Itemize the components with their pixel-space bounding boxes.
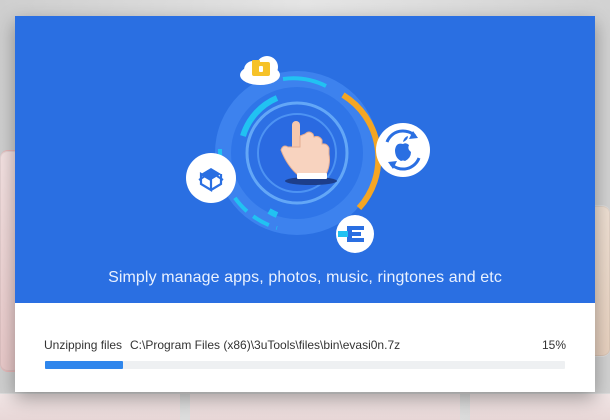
- progress-status-label: Unzipping files: [44, 338, 123, 352]
- progress-bar-fill: [45, 361, 123, 369]
- unzip-progress-dialog: Simply manage apps, photos, music, ringt…: [15, 16, 595, 392]
- cyan-arc-bottom: [267, 208, 279, 218]
- dropbox-icon: [186, 153, 236, 203]
- evasi0n-icon: [336, 215, 374, 253]
- background-thumbnail-2: [190, 393, 460, 420]
- background-thumbnail-1: [0, 393, 180, 420]
- progress-panel: Unzipping files C:\Program Files (x86)\3…: [15, 303, 595, 392]
- progress-percent: 15%: [541, 338, 566, 352]
- progress-file-path: C:\Program Files (x86)\3uTools\files\bin…: [130, 338, 401, 352]
- progress-bar-track: [45, 361, 565, 369]
- feature-banner: Simply manage apps, photos, music, ringt…: [15, 16, 595, 303]
- background-thumbnail-3: [470, 393, 610, 420]
- progress-status-line: Unzipping files C:\Program Files (x86)\3…: [44, 338, 566, 354]
- apple-sync-icon: [376, 123, 430, 177]
- banner-tagline: Simply manage apps, photos, music, ringt…: [108, 269, 502, 286]
- cloud-folder-icon: [240, 56, 280, 85]
- banner-illustration: [186, 56, 430, 253]
